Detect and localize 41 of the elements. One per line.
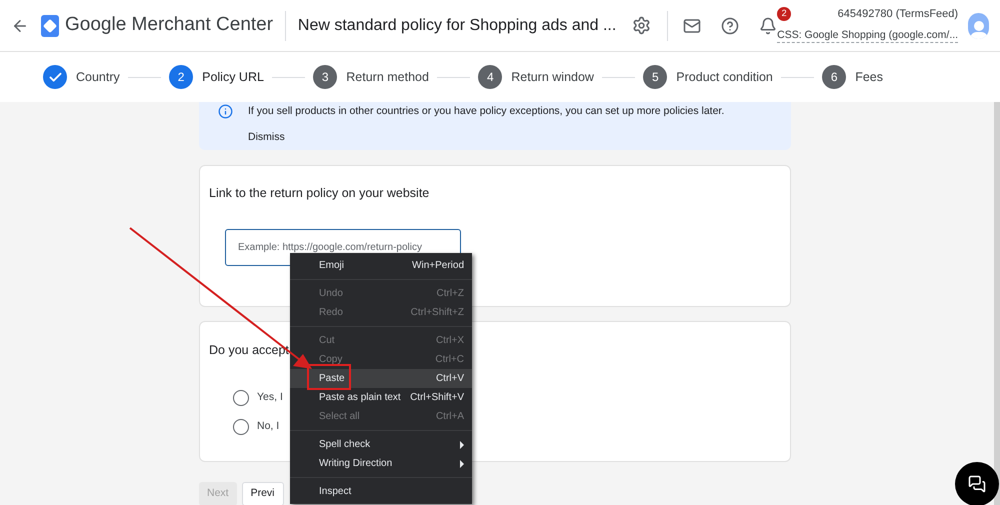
highlight-box [307, 364, 351, 390]
page-title: New standard policy for Shopping ads and ... [298, 16, 616, 36]
step-number: 2 [169, 65, 194, 89]
step-number: 5 [643, 65, 668, 89]
step-tab[interactable]: 3 Return method [313, 65, 429, 89]
step-tab[interactable]: 6 Fees [822, 65, 884, 89]
notification-count: 2 [777, 6, 792, 20]
notice-text: If you sell products in other countries or you have policy exceptions, you can set up more policies later. [248, 104, 724, 119]
option-label: No, I [257, 418, 280, 434]
menu-item[interactable]: Inspect [290, 482, 472, 501]
chat-button[interactable] [955, 462, 999, 505]
radio-button[interactable] [233, 390, 249, 406]
step-number: 3 [313, 65, 338, 89]
bell-icon[interactable] [759, 16, 778, 34]
submenu-arrow-icon [460, 440, 464, 448]
step-tab[interactable]: 5 Product condition [643, 65, 773, 89]
step-number: 4 [478, 65, 502, 89]
mail-icon[interactable] [683, 16, 702, 34]
merchant-logo-icon [41, 14, 60, 36]
account-id: 645492780 (TermsFeed) [838, 8, 958, 22]
step-tab[interactable]: 4 Return window [478, 65, 594, 89]
settings-icon[interactable] [632, 16, 652, 35]
step-tab[interactable]: Country [43, 65, 120, 89]
step-number: 6 [822, 65, 846, 89]
menu-item[interactable]: Paste Ctrl+V [290, 369, 472, 388]
card-title: Link to the return policy on your website [209, 185, 430, 202]
info-icon [218, 104, 233, 119]
app-name: Google Merchant Center [65, 13, 274, 38]
form-button[interactable]: Previ [242, 482, 284, 505]
step-tab[interactable]: 2 Policy URL [169, 65, 264, 89]
card-title: Do you accept [209, 342, 289, 359]
radio-button[interactable] [233, 418, 249, 435]
dismiss-button[interactable]: Dismiss [248, 130, 285, 146]
menu-item[interactable]: Paste as plain text Ctrl+Shift+V [290, 388, 472, 407]
chat-icon [968, 475, 986, 493]
help-icon[interactable] [721, 16, 740, 34]
account-subtitle: CSS: Google Shopping (google.com/... [777, 29, 958, 44]
menu-item[interactable]: Writing Direction [290, 454, 472, 473]
submenu-arrow-icon [460, 460, 464, 468]
option-label: Yes, I [257, 390, 283, 405]
menu-item[interactable]: Spell check [290, 435, 472, 454]
